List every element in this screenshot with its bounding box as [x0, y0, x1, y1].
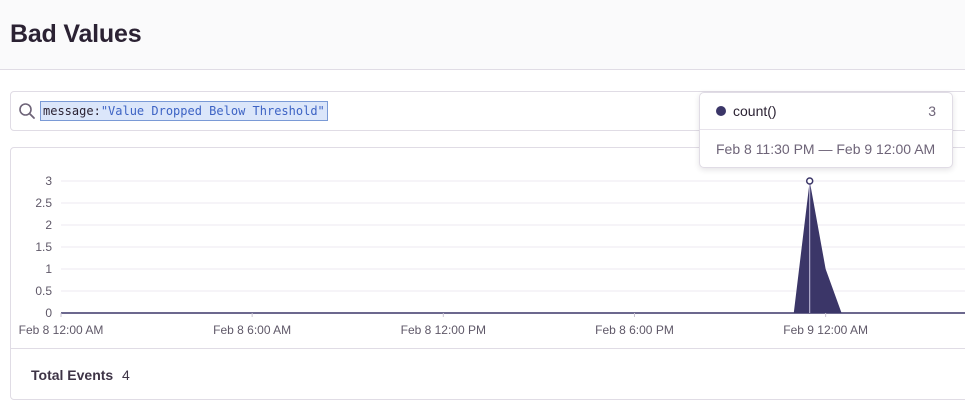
events-chart[interactable]: 0 0.5 1 1.5 2 2.5 3 Feb 8 12:00 AM Feb 8 6:00 AM… — [11, 148, 965, 348]
chart-panel: 0 0.5 1 1.5 2 2.5 3 Feb 8 12:00 AM Feb 8 6:00 AM… — [10, 147, 965, 400]
x-tick-label: Feb 9 12:00 AM — [783, 323, 868, 337]
series-color-dot — [716, 106, 726, 116]
x-tick-label: Feb 8 6:00 AM — [213, 323, 291, 337]
y-tick-label: 1.5 — [35, 240, 52, 254]
tooltip-series-name: count() — [733, 103, 777, 119]
x-tick-label: Feb 8 6:00 PM — [595, 323, 674, 337]
y-tick-label: 2 — [45, 218, 52, 232]
search-icon — [19, 103, 35, 119]
tooltip-time-range: Feb 8 11:30 PM — Feb 9 12:00 AM — [716, 141, 936, 157]
total-events-value: 4 — [122, 367, 130, 383]
y-tick-label: 3 — [45, 174, 52, 188]
y-tick-label: 0 — [45, 306, 52, 320]
page-title: Bad Values — [10, 20, 142, 48]
y-tick-label: 0.5 — [35, 284, 52, 298]
y-tick-label: 1 — [45, 262, 52, 276]
x-tick-label: Feb 8 12:00 AM — [19, 323, 104, 337]
search-query-token[interactable]: message:"Value Dropped Below Threshold" — [40, 101, 328, 121]
x-tick-label: Feb 8 12:00 PM — [401, 323, 486, 337]
chart-footer-divider — [11, 348, 965, 349]
tooltip-series-value: 3 — [928, 103, 936, 119]
highlighted-point — [805, 177, 814, 185]
tooltip-divider — [700, 129, 952, 130]
total-events-label: Total Events — [31, 367, 114, 383]
search-query-value: "Value Dropped Below Threshold" — [100, 104, 325, 118]
search-query-separator: : — [93, 104, 101, 118]
chart-tooltip: count() 3 Feb 8 11:30 PM — Feb 9 12:00 A… — [699, 92, 953, 168]
page-header: Bad Values — [0, 0, 965, 70]
search-query-key: message — [43, 104, 94, 118]
y-tick-label: 2.5 — [35, 196, 52, 210]
